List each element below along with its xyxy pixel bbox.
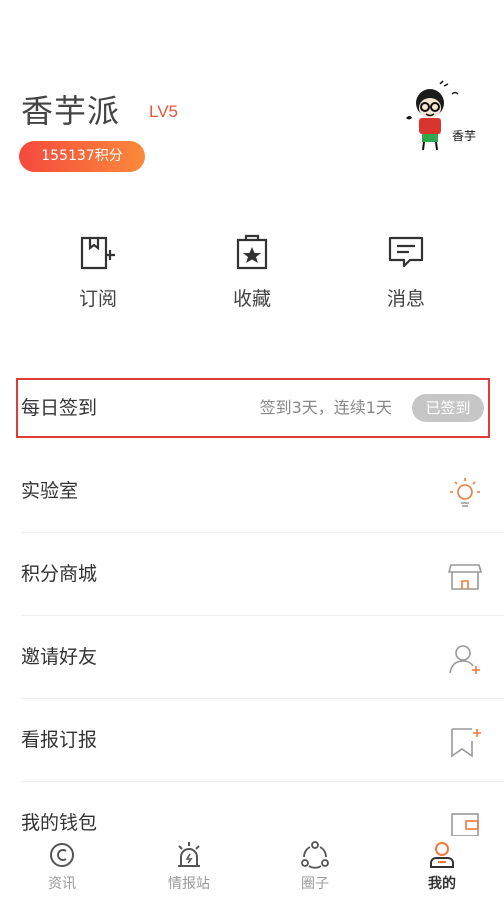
signed-in-button[interactable]: 已签到 xyxy=(412,394,484,422)
menu-item-lab[interactable]: 实验室 xyxy=(0,450,504,533)
quick-actions: 订阅 收藏 消息 xyxy=(0,232,504,322)
tab-label: 我的 xyxy=(428,876,456,892)
tab-news[interactable]: 资讯 xyxy=(22,840,102,893)
bookmark-add-icon xyxy=(451,728,481,758)
user-level: LV5 xyxy=(149,102,178,121)
subscribe-icon xyxy=(80,236,115,270)
tab-label: 资讯 xyxy=(48,876,76,892)
signin-streak-info: 签到3天，连续1天 xyxy=(259,398,392,417)
tab-label: 圈子 xyxy=(301,876,329,892)
menu-item-label: 邀请好友 xyxy=(21,646,98,668)
profile-icon xyxy=(430,842,454,868)
circle-icon xyxy=(301,841,329,869)
store-icon xyxy=(448,564,482,590)
avatar[interactable]: 香芋 xyxy=(400,78,482,160)
daily-signin-row[interactable]: 每日签到 签到3天，连续1天 已签到 xyxy=(16,378,490,438)
menu-item-newspaper-subscribe[interactable]: 看报订报 xyxy=(0,699,504,782)
points-badge[interactable]: 155137积分 xyxy=(19,141,145,172)
menu-item-label: 积分商城 xyxy=(21,563,98,585)
avatar-cartoon-icon: 香芋 xyxy=(406,80,476,151)
tab-mine[interactable]: 我的 xyxy=(402,840,482,893)
menu-item-points-mall[interactable]: 积分商城 xyxy=(0,533,504,616)
avatar-caption: 香芋 xyxy=(452,129,476,143)
username: 香芋派 xyxy=(21,92,121,130)
subscribe-label: 订阅 xyxy=(78,288,117,310)
menu-item-label: 实验室 xyxy=(21,480,79,502)
lightbulb-icon xyxy=(450,478,480,507)
message-icon xyxy=(388,236,424,268)
daily-signin-label: 每日签到 xyxy=(21,397,98,419)
alarm-icon xyxy=(178,842,200,867)
favorites-icon xyxy=(236,234,268,270)
favorites-label: 收藏 xyxy=(232,288,271,310)
profile-header: 香芋派 LV5 155137积分 香芋 xyxy=(0,0,504,200)
menu-item-invite-friends[interactable]: 邀请好友 xyxy=(0,616,504,699)
tab-label: 情报站 xyxy=(168,876,210,892)
bottom-tab-bar: 资讯 情报站 圈子 我的 xyxy=(0,836,504,897)
tab-intel-station[interactable]: 情报站 xyxy=(149,840,229,893)
messages-label: 消息 xyxy=(386,288,425,310)
favorites-button[interactable]: 收藏 xyxy=(192,232,312,311)
messages-button[interactable]: 消息 xyxy=(346,232,466,311)
add-friend-icon xyxy=(449,645,480,674)
menu-item-label: 看报订报 xyxy=(21,729,98,751)
tab-circle[interactable]: 圈子 xyxy=(275,840,355,893)
subscribe-button[interactable]: 订阅 xyxy=(38,232,158,311)
news-icon xyxy=(50,843,74,867)
